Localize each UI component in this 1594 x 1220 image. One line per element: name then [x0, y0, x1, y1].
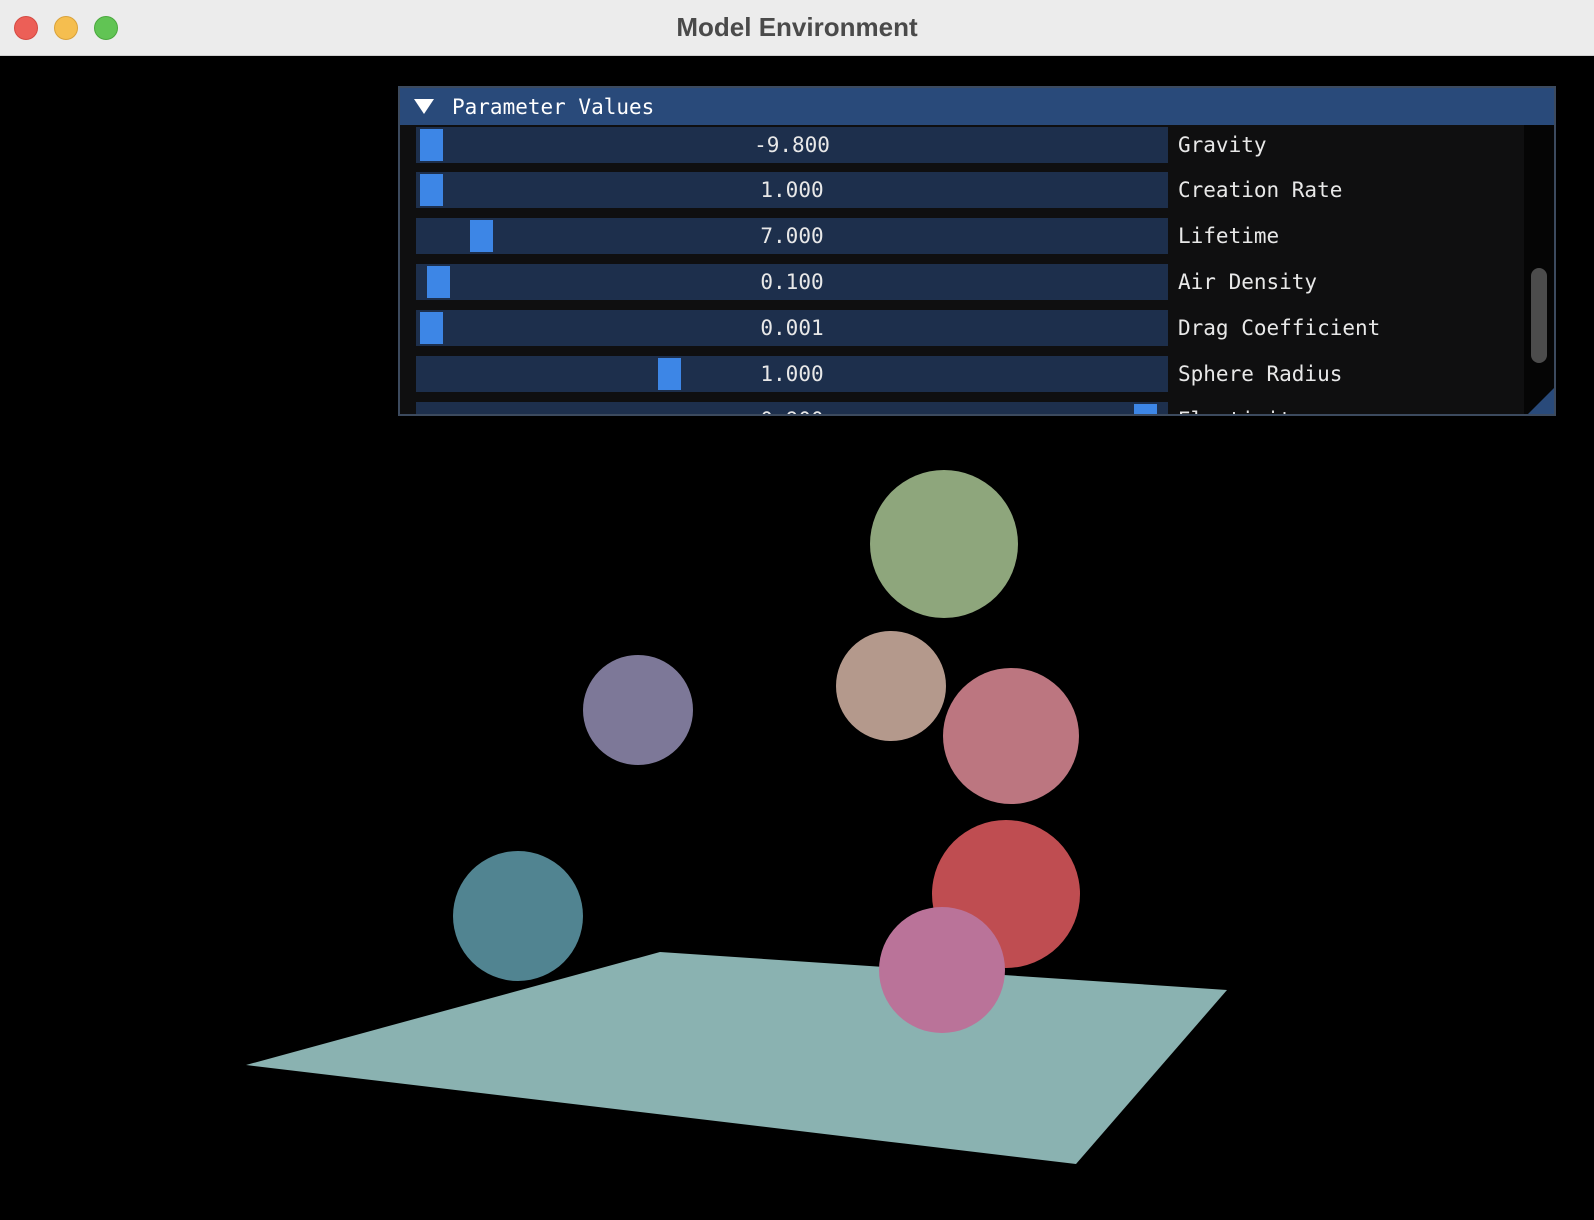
- title-bar[interactable]: Model Environment: [0, 0, 1594, 56]
- pink-sphere: [879, 907, 1005, 1033]
- parameter-row: 1.000 Creation Rate: [400, 170, 1524, 216]
- parameter-row: -9.800 Gravity: [400, 125, 1524, 171]
- parameter-slider[interactable]: 0.900: [416, 402, 1168, 414]
- parameter-row: 0.900 Elasticity: [400, 400, 1524, 414]
- parameter-row: 0.100 Air Density: [400, 262, 1524, 308]
- slider-value: 0.001: [760, 316, 824, 340]
- sphere-group: [453, 470, 1080, 1033]
- green-sphere: [870, 470, 1018, 618]
- lavender-sphere: [583, 655, 693, 765]
- panel-title: Parameter Values: [452, 95, 655, 119]
- parameter-label: Drag Coefficient: [1178, 316, 1381, 340]
- parameter-panel[interactable]: Parameter Values -9.800 Gravity 1.000 Creat…: [398, 86, 1556, 416]
- parameter-row: 1.000 Sphere Radius: [400, 354, 1524, 400]
- parameter-label: Creation Rate: [1178, 178, 1343, 202]
- rose-sphere: [943, 668, 1079, 804]
- slider-value: 0.900: [416, 402, 1168, 414]
- slider-value: -9.800: [754, 133, 830, 157]
- parameter-slider[interactable]: 0.100: [416, 264, 1168, 300]
- window-title: Model Environment: [676, 12, 918, 42]
- parameter-slider[interactable]: 0.001: [416, 310, 1168, 346]
- slider-value: 1.000: [760, 362, 824, 386]
- parameter-row: 0.001 Drag Coefficient: [400, 308, 1524, 354]
- parameter-slider[interactable]: 1.000: [416, 356, 1168, 392]
- parameter-list: -9.800 Gravity 1.000 Creation Rate 7.000 Life…: [400, 125, 1524, 414]
- collapse-triangle-icon[interactable]: [414, 99, 434, 114]
- panel-scrollbar[interactable]: [1524, 125, 1554, 414]
- slider-value: 0.100: [760, 270, 824, 294]
- app-window: Model Environment Parameter Values -9.80…: [0, 0, 1594, 1220]
- resize-grip-icon[interactable]: [1528, 388, 1554, 414]
- parameter-row: 7.000 Lifetime: [400, 216, 1524, 262]
- parameter-label: Lifetime: [1178, 224, 1280, 248]
- parameter-slider[interactable]: 1.000: [416, 172, 1168, 208]
- parameter-label: Elasticity: [1178, 402, 1304, 414]
- teal-sphere: [453, 851, 583, 981]
- parameter-slider[interactable]: 7.000: [416, 218, 1168, 254]
- ground-plane: [246, 952, 1227, 1164]
- parameter-label: Sphere Radius: [1178, 362, 1343, 386]
- slider-value: 1.000: [760, 178, 824, 202]
- parameter-slider[interactable]: -9.800: [416, 127, 1168, 163]
- parameter-label: Air Density: [1178, 270, 1318, 294]
- scrollbar-thumb[interactable]: [1531, 268, 1547, 363]
- parameter-label: Gravity: [1178, 133, 1267, 157]
- panel-header[interactable]: Parameter Values: [400, 88, 1554, 125]
- render-canvas[interactable]: Parameter Values -9.800 Gravity 1.000 Creat…: [0, 56, 1594, 1220]
- slider-value: 7.000: [760, 224, 824, 248]
- tan-sphere: [836, 631, 946, 741]
